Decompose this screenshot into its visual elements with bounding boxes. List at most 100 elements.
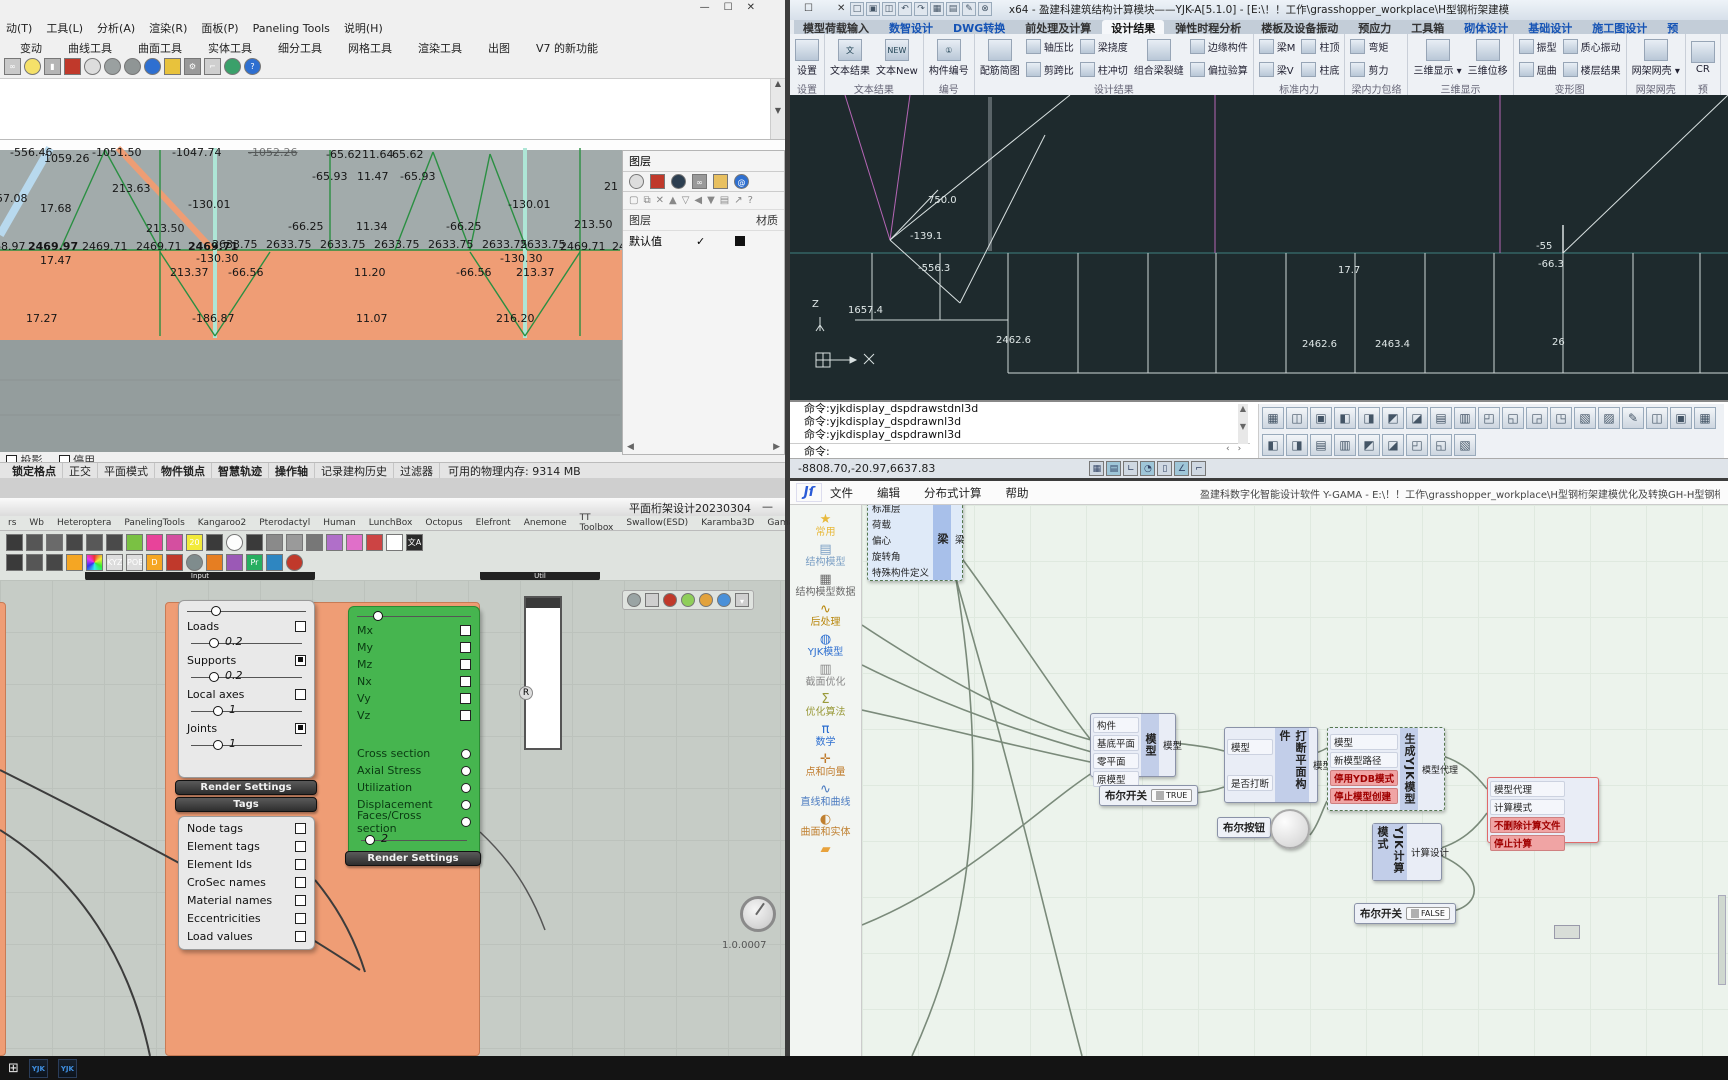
node-input[interactable]: 特殊构件定义 <box>870 565 931 579</box>
value-slider[interactable]: 2 <box>357 834 471 846</box>
toolbar-icon[interactable]: ? <box>244 58 261 75</box>
model-component[interactable]: 构件基底平面零平面原模型 模型 模型 <box>1090 713 1176 777</box>
view-tool-icon[interactable]: ✎ <box>1622 407 1644 429</box>
toolbar-icon[interactable]: ∞ <box>4 58 21 75</box>
display-mode-icon[interactable] <box>663 593 677 607</box>
joints-slider[interactable]: 1 <box>187 739 306 751</box>
view-tool-icon[interactable]: ◧ <box>1334 407 1356 429</box>
tag-checkbox[interactable] <box>295 931 306 942</box>
toolbar-icon[interactable] <box>224 58 241 75</box>
yjk-calc-mode-component[interactable]: YJK计算模式 计算设计 <box>1372 823 1442 881</box>
sidebar-category[interactable]: Σ 优化算法 <box>791 693 861 718</box>
layer-color-swatch[interactable] <box>735 236 745 246</box>
render-settings-button[interactable]: Render Settings <box>175 780 317 795</box>
view-tool-icon[interactable]: ▦ <box>1694 407 1716 429</box>
gh-toolbar-icon[interactable] <box>266 554 283 571</box>
toolbar-tab[interactable]: 曲线工具 <box>68 40 112 55</box>
gh-toolbar-icon[interactable] <box>246 534 263 551</box>
view-tool-icon[interactable]: ▦ <box>1262 407 1284 429</box>
gh-toolbar-icon[interactable] <box>286 554 303 571</box>
node-input[interactable]: 模型代理 <box>1490 781 1565 797</box>
drafting-toggle[interactable]: ⌐ <box>1191 461 1206 476</box>
gh-toolbar-icon[interactable] <box>6 534 23 551</box>
canvas-vscrollbar[interactable] <box>1718 895 1726 985</box>
ribbon-button[interactable]: ① 构件编号 <box>926 35 972 81</box>
panel-tab-icon[interactable] <box>650 174 665 189</box>
bool-button[interactable]: 布尔按钮 <box>1217 817 1271 838</box>
sidebar-category[interactable]: ✛ 点和向量 <box>791 753 861 778</box>
qat-icon[interactable]: ▣ <box>866 2 880 16</box>
node-input[interactable]: 构件 <box>1093 717 1139 733</box>
node-input[interactable]: 新模型路径 <box>1330 752 1398 768</box>
gh-toolbar-icon[interactable] <box>226 534 243 551</box>
force-checkbox[interactable] <box>460 659 471 670</box>
toolbar-tab[interactable]: 网格工具 <box>348 40 392 55</box>
bool-switch-false[interactable]: 布尔开关 FALSE <box>1354 903 1456 924</box>
ribbon-button[interactable]: 楼层结果 <box>1560 58 1624 81</box>
beam-component[interactable]: 标准层荷载偏心旋转角特殊构件定义 梁 梁 <box>867 505 963 581</box>
toolbar-icon[interactable] <box>64 58 81 75</box>
ribbon-button[interactable]: 偏拉验算 <box>1187 58 1251 81</box>
switch-toggle[interactable]: TRUE <box>1151 789 1192 802</box>
gh-toolbar-icon[interactable] <box>166 554 183 571</box>
layer-tool-icon[interactable]: ▲ <box>669 195 677 206</box>
qat-icon[interactable]: ↷ <box>914 2 928 16</box>
ribbon-button[interactable]: 三维位移 <box>1465 35 1511 81</box>
display-mode-icon[interactable] <box>717 593 731 607</box>
layer-tool-icon[interactable]: ◀ <box>694 195 702 206</box>
panel-tab-icon[interactable] <box>713 174 728 189</box>
compass-widget[interactable] <box>740 896 776 932</box>
qat-icon[interactable]: ✎ <box>962 2 976 16</box>
r-input-nub[interactable]: R <box>519 686 533 700</box>
node-input[interactable]: 偏心 <box>870 533 931 547</box>
qat-icon[interactable]: ▤ <box>946 2 960 16</box>
sidebar-category[interactable]: ▤ 结构模型 <box>791 543 861 568</box>
layer-tool-icon[interactable]: ▽ <box>682 195 690 206</box>
layer-tool-icon[interactable]: ? <box>748 195 753 206</box>
qat-icon[interactable]: □ <box>850 2 864 16</box>
plugin-tab[interactable]: Octopus <box>425 518 462 528</box>
ribbon-button[interactable]: 柱冲切 <box>1077 58 1131 81</box>
ribbon-button[interactable]: 边缘构件 <box>1187 35 1251 58</box>
switch-toggle[interactable]: FALSE <box>1406 907 1450 920</box>
ribbon-button[interactable]: 网架网壳 ▾ <box>1629 35 1683 81</box>
menu-item[interactable]: 工具(L) <box>46 20 83 36</box>
ribbon-button[interactable]: 梁V <box>1256 58 1299 81</box>
force-option-row[interactable]: Vz <box>349 707 479 724</box>
gh-toolbar-icon[interactable] <box>186 554 203 571</box>
ribbon-tab[interactable]: DWG转换 <box>944 20 1014 34</box>
tag-checkbox[interactable] <box>295 841 306 852</box>
supports-checkbox[interactable] <box>295 655 306 666</box>
hscroll-left-arrow[interactable]: ◀ <box>627 442 634 452</box>
panel-tab-icon[interactable] <box>629 174 644 189</box>
node-input[interactable]: 是否打断 <box>1227 775 1273 791</box>
ribbon-button[interactable]: 剪力 <box>1347 58 1391 81</box>
gh-toolbar-icon[interactable] <box>46 554 63 571</box>
display-mode-icon[interactable] <box>699 593 713 607</box>
display-mode-icon[interactable] <box>681 593 695 607</box>
panel-tab-icon[interactable]: ∞ <box>692 174 707 189</box>
render-mode-row[interactable]: Utilization <box>349 779 479 796</box>
panel-tab-icon[interactable]: @ <box>734 174 749 189</box>
ribbon-button[interactable]: 柱顶 <box>1298 35 1342 58</box>
toolbar-icon[interactable] <box>84 58 101 75</box>
tag-option-row[interactable]: CroSec names <box>179 873 314 891</box>
view-tool-icon[interactable]: ▤ <box>1430 407 1452 429</box>
rhino-titlebar[interactable] <box>0 0 785 18</box>
bool-button-circle[interactable] <box>1270 809 1310 849</box>
gh-canvas[interactable]: Loads 0.2 Supports 0.2 Local axes 1 Join… <box>0 580 785 1056</box>
sidebar-category[interactable]: π 数学 <box>791 723 861 748</box>
force-checkbox[interactable] <box>460 693 471 704</box>
gh-toolbar-icon[interactable]: Pr <box>246 554 263 571</box>
slider-cut[interactable] <box>183 605 310 617</box>
view-tool-icon[interactable]: ▧ <box>1454 434 1476 456</box>
node-input[interactable]: 基底平面 <box>1093 735 1139 751</box>
drafting-toggle[interactable]: ◔ <box>1140 461 1155 476</box>
plugin-tab[interactable]: Elefront <box>476 518 511 528</box>
toolbar-tab[interactable]: 渲染工具 <box>418 40 462 55</box>
layer-tool-icon[interactable]: ▢ <box>629 195 638 206</box>
gh-toolbar-icon[interactable] <box>86 554 103 571</box>
view-tool-icon[interactable]: ◧ <box>1262 434 1284 456</box>
node-input[interactable]: 荷载 <box>870 517 931 531</box>
gh-toolbar-icon[interactable] <box>6 554 23 571</box>
